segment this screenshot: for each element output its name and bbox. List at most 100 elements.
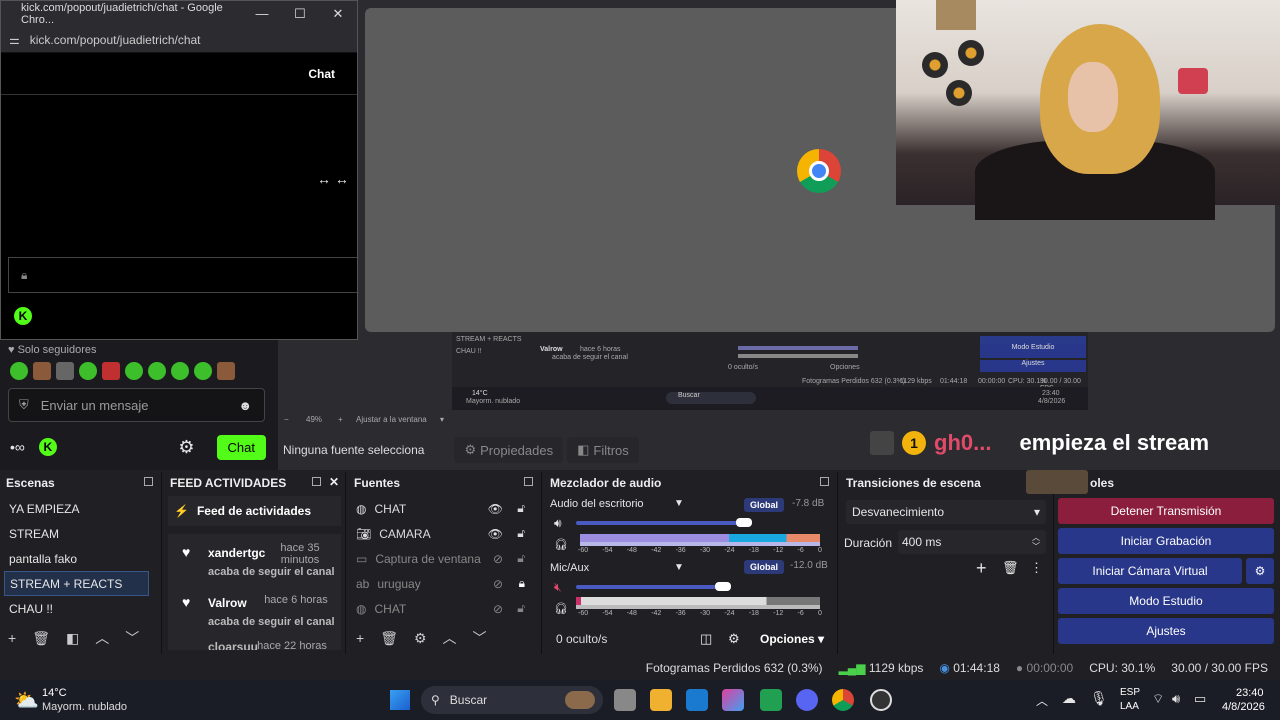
scene-item[interactable]: pantalla fako [4, 546, 149, 571]
add-icon[interactable]: + [8, 630, 16, 646]
chevron-up-icon[interactable]: ︿ [95, 628, 109, 648]
layout-icon[interactable]: ◫ [700, 631, 712, 647]
emote-icon[interactable] [33, 362, 51, 380]
filters-button[interactable]: ◧ Filtros [567, 437, 639, 463]
emote-icon[interactable] [148, 362, 166, 380]
cloud-icon[interactable]: ☁ [1062, 690, 1076, 707]
chevron-down-icon[interactable]: ▾ [440, 415, 444, 424]
eye-off-icon[interactable]: ⊘ [493, 602, 503, 616]
emote-icon[interactable] [56, 362, 74, 380]
microphone-icon[interactable]: 🎙︎ [1090, 690, 1108, 707]
unlock-icon[interactable]: 🔓︎ [517, 601, 525, 616]
chevron-up-icon[interactable]: ︿ [443, 628, 457, 648]
copilot-icon[interactable] [722, 689, 744, 711]
site-settings-icon[interactable]: ⚌ [9, 33, 20, 47]
resize-arrows-icon[interactable]: ↔ ↔ [317, 171, 349, 187]
gear-icon[interactable]: ⚙ [178, 437, 194, 458]
emote-icon[interactable] [10, 362, 28, 380]
volume-slider-knob[interactable] [715, 582, 731, 591]
speaker-icon[interactable]: 🔊︎ [554, 516, 562, 531]
close-icon[interactable]: ✕ [329, 475, 339, 489]
source-item[interactable]: ◍ CHAT 👁︎ 🔓︎ [352, 496, 537, 521]
scene-item[interactable]: YA EMPIEZA [4, 496, 149, 521]
eye-off-icon[interactable]: ⊘ [493, 552, 503, 566]
spotify-icon[interactable] [760, 689, 782, 711]
volume-slider[interactable] [576, 521, 744, 525]
undock-icon[interactable] [820, 477, 829, 486]
source-item[interactable]: 📷︎ CAMARA 👁︎ 🔓︎ [352, 521, 537, 546]
close-button[interactable]: ✕ [319, 6, 357, 22]
unlock-icon[interactable]: 🔓︎ [517, 551, 525, 566]
lock-icon[interactable]: 🔒︎ [519, 576, 525, 591]
emoji-icon[interactable]: ☻ [238, 398, 252, 413]
chevron-down-icon[interactable]: ▼ [674, 498, 684, 509]
scene-item[interactable]: STREAM + REACTS [4, 571, 149, 596]
chevron-down-icon[interactable]: ﹀ [473, 628, 487, 648]
emote-icon[interactable] [194, 362, 212, 380]
discord-icon[interactable] [796, 689, 818, 711]
volume-icon[interactable]: 🔊︎ [1172, 691, 1180, 707]
chat-send-button[interactable]: Chat [216, 434, 266, 460]
source-item[interactable]: ◍ CHAT ⊘ 🔓︎ [352, 596, 537, 621]
taskbar-search[interactable]: ⚲ Buscar [421, 686, 603, 714]
transition-select[interactable]: Desvanecimiento ▾ [846, 500, 1046, 524]
properties-button[interactable]: ⚙ Propiedades [454, 437, 564, 463]
volume-slider[interactable] [576, 585, 716, 589]
global-button[interactable]: Global [744, 560, 785, 574]
infinity-icon[interactable]: •∞ [10, 439, 25, 455]
eye-icon[interactable]: 👁︎ [488, 527, 503, 541]
windows-start-icon[interactable] [390, 690, 410, 710]
global-button[interactable]: Global [744, 498, 785, 512]
eye-icon[interactable]: 👁︎ [488, 502, 503, 516]
wifi-icon[interactable]: ⌔ [1152, 691, 1164, 707]
undock-icon[interactable] [312, 477, 321, 486]
undock-icon[interactable] [524, 477, 533, 486]
url-bar[interactable]: ⚌ kick.com/popout/juadietrich/chat [1, 27, 357, 53]
add-icon[interactable]: + [356, 630, 364, 646]
zoom-in-button[interactable]: + [338, 415, 343, 424]
obs-icon[interactable] [870, 689, 892, 711]
undock-icon[interactable] [144, 477, 153, 486]
filter-icon[interactable]: ◧ [66, 630, 79, 647]
unlock-icon[interactable]: 🔓︎ [517, 526, 525, 541]
zoom-fit-label[interactable]: Ajustar a la ventana [356, 415, 427, 424]
headphones-icon[interactable]: 🎧︎ [554, 538, 568, 551]
settings-button[interactable]: Ajustes [1058, 618, 1274, 644]
emote-icon[interactable] [102, 362, 120, 380]
store-icon[interactable] [686, 689, 708, 711]
trash-icon[interactable]: 🗑︎ [1002, 560, 1019, 576]
gear-icon[interactable]: ⚙ [414, 630, 427, 647]
battery-icon[interactable]: ▭ [1194, 691, 1206, 707]
zoom-out-button[interactable]: − [284, 415, 289, 424]
emote-icon[interactable] [125, 362, 143, 380]
stop-stream-button[interactable]: Detener Transmisión [1058, 498, 1274, 524]
unlock-icon[interactable]: 🔓︎ [517, 501, 525, 516]
add-icon[interactable]: + [976, 558, 987, 579]
emote-icon[interactable] [171, 362, 189, 380]
emote-icon[interactable] [217, 362, 235, 380]
start-recording-button[interactable]: Iniciar Grabación [1058, 528, 1274, 554]
gear-icon[interactable]: ⚙ [728, 631, 740, 647]
trash-icon[interactable]: 🗑︎ [380, 630, 398, 647]
chevron-down-icon[interactable]: ﹀ [125, 628, 139, 648]
kick-logo-icon[interactable]: K [38, 438, 57, 456]
source-item[interactable]: ▭ Captura de ventana ⊘ 🔓︎ [352, 546, 537, 571]
minimize-button[interactable]: — [243, 6, 281, 22]
weather-icon[interactable]: ⛅ [14, 688, 39, 713]
eye-off-icon[interactable]: ⊘ [493, 577, 503, 591]
chevron-up-icon[interactable]: ︿ [1036, 692, 1048, 709]
options-button[interactable]: Opciones ▾ [760, 632, 824, 646]
volume-slider-knob[interactable] [736, 518, 752, 527]
maximize-button[interactable]: ☐ [281, 6, 319, 22]
more-icon[interactable]: ⋮ [1030, 560, 1043, 576]
studio-mode-button[interactable]: Modo Estudio [1058, 588, 1274, 614]
clock-time[interactable]: 23:40 [1236, 687, 1264, 699]
message-input[interactable]: ⛨ Enviar un mensaje ☻ [8, 388, 265, 422]
scene-item[interactable]: STREAM [4, 521, 149, 546]
trash-icon[interactable]: 🗑︎ [32, 630, 50, 647]
chrome-icon[interactable] [832, 689, 854, 711]
source-item[interactable]: ab uruguay ⊘ 🔒︎ [352, 571, 537, 596]
scene-item[interactable]: CHAU !! [4, 596, 149, 621]
start-virtual-camera-button[interactable]: Iniciar Cámara Virtual [1058, 558, 1242, 584]
headphones-icon[interactable]: 🎧︎ [554, 602, 568, 615]
